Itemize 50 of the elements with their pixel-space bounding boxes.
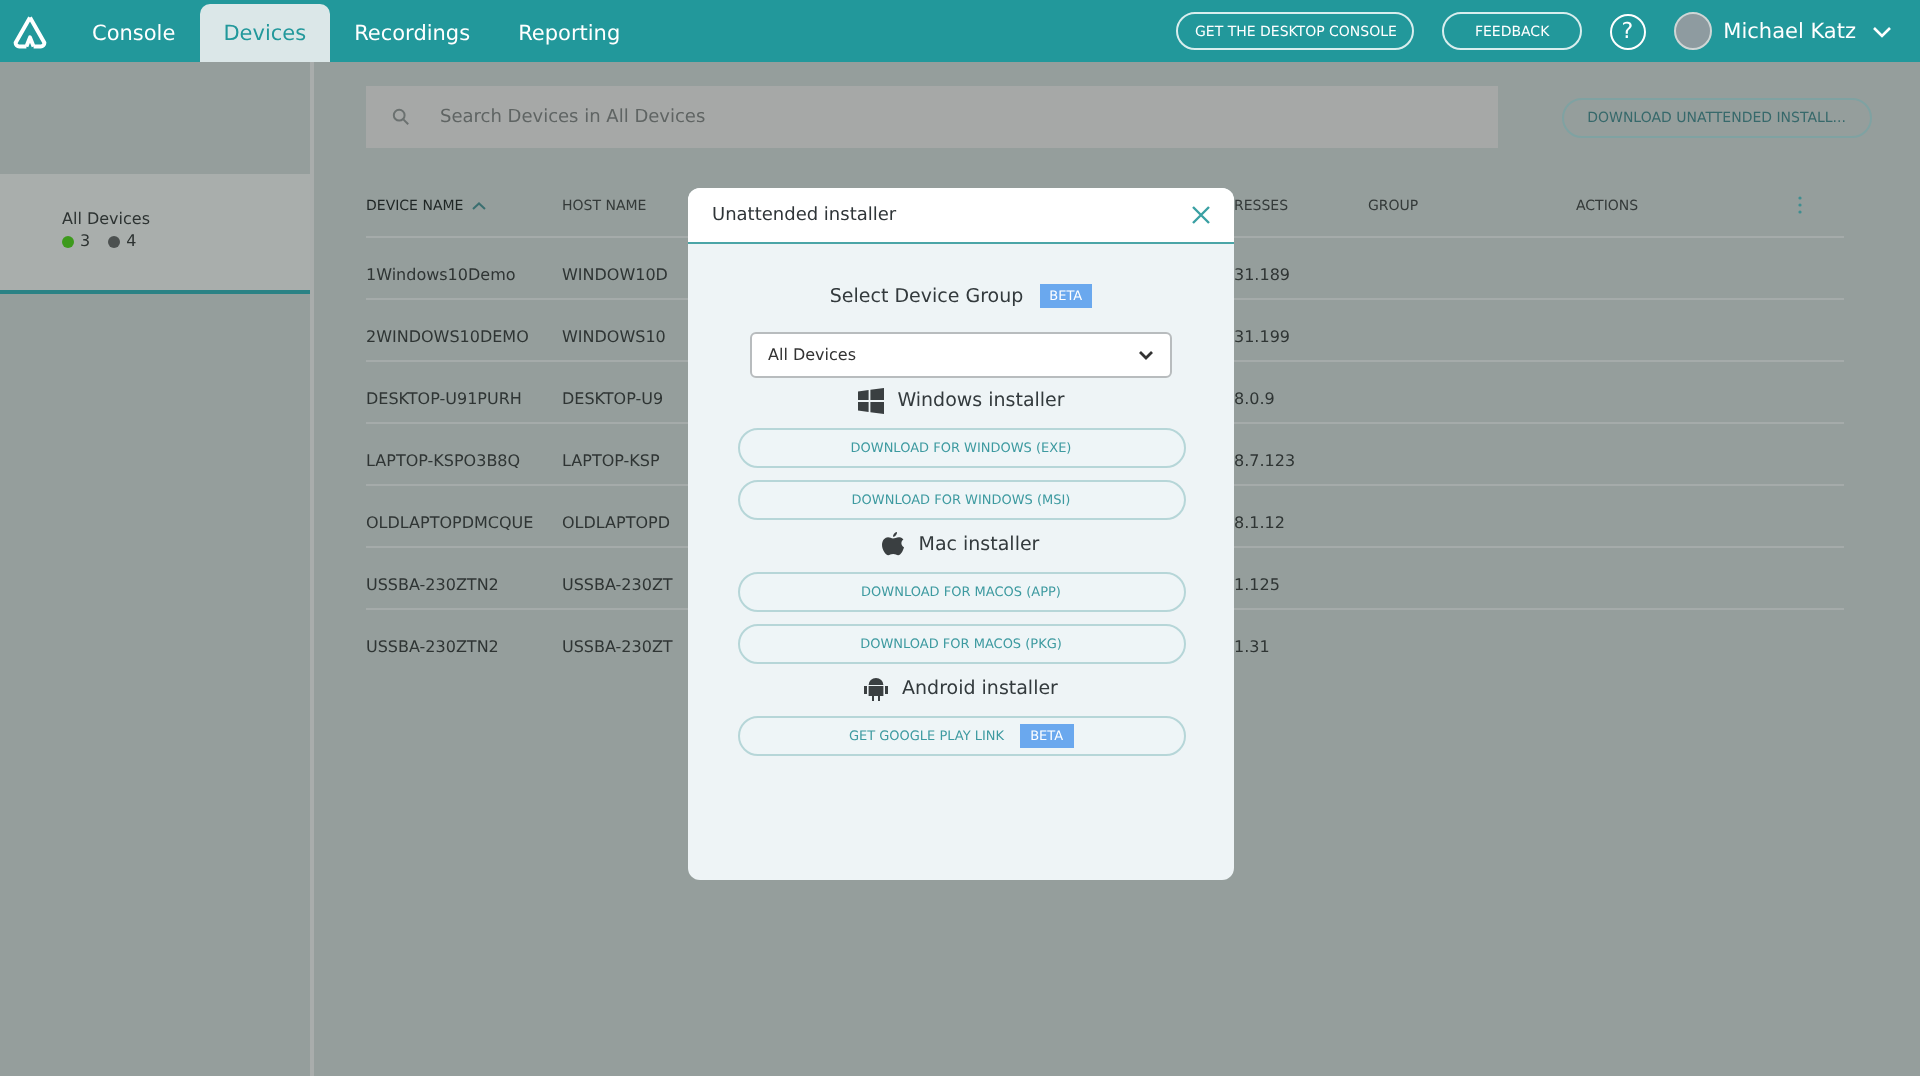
table-cell: 1.125 xyxy=(1234,575,1280,593)
device-group-select[interactable]: All Devices xyxy=(750,332,1172,378)
table-cell: DESKTOP-U91PURH xyxy=(366,389,522,407)
table-cell: 2WINDOWS10DEMO xyxy=(366,327,529,345)
online-dot-icon xyxy=(62,235,74,247)
table-cell: 8.0.9 xyxy=(1234,389,1275,407)
table-cell: WINDOWS10 xyxy=(562,327,666,345)
online-count: 3 xyxy=(80,232,91,250)
avatar-icon[interactable] xyxy=(1673,12,1712,50)
field-label: Select Device Group xyxy=(829,285,1024,307)
chevron-down-icon xyxy=(1138,350,1154,360)
table-cell: 31.189 xyxy=(1234,265,1290,283)
table-cell: WINDOW10D xyxy=(562,265,668,283)
table-cell: USSBA-230ZT xyxy=(562,575,673,593)
sort-up-icon[interactable] xyxy=(471,201,486,209)
table-cell: 8.7.123 xyxy=(1234,451,1296,469)
table-cell: 1.31 xyxy=(1234,637,1270,655)
table-cell: LAPTOP-KSP xyxy=(562,451,660,469)
table-cell: OLDLAPTOPD xyxy=(562,513,671,531)
nav-tab[interactable]: Devices xyxy=(199,4,331,62)
table-cell: 8.1.12 xyxy=(1234,513,1285,531)
table-cell: 31.199 xyxy=(1234,327,1290,345)
table-cell: USSBA-230ZT xyxy=(562,637,673,655)
windows-logo-icon xyxy=(857,388,884,414)
apple-logo-icon xyxy=(882,532,905,558)
nav-tab[interactable]: Recordings xyxy=(330,4,495,62)
search-icon xyxy=(392,108,410,126)
android-logo-icon xyxy=(864,676,889,702)
chevron-down-icon[interactable] xyxy=(1872,25,1892,37)
installer-heading: Windows installer xyxy=(897,390,1065,412)
nav-tab[interactable]: Reporting xyxy=(494,4,645,62)
close-icon[interactable] xyxy=(1192,206,1210,224)
group-name: All Devices xyxy=(62,210,152,228)
table-cell: USSBA-230ZTN2 xyxy=(366,575,499,593)
offline-count: 4 xyxy=(126,232,137,250)
table-cell: USSBA-230ZTN2 xyxy=(366,637,499,655)
logo-icon[interactable] xyxy=(12,13,48,49)
help-button[interactable]: ? xyxy=(1609,13,1646,49)
search-field[interactable]: Search Devices in All Devices xyxy=(366,86,1498,148)
table-cell: LAPTOP-KSPO3B8Q xyxy=(366,451,521,469)
user-name[interactable]: Michael Katz xyxy=(1723,19,1856,43)
dialog-title: Unattended installer xyxy=(712,205,897,225)
nav-tab[interactable]: Console xyxy=(68,4,200,62)
table-cell: DESKTOP-U9 xyxy=(562,389,664,407)
table-cell: OLDLAPTOPDMCQUE xyxy=(366,513,534,531)
offline-dot-icon xyxy=(108,235,121,247)
table-cell: 1Windows10Demo xyxy=(366,265,516,283)
sidebar-item[interactable]: All Devices 3 4 xyxy=(0,174,310,294)
installer-heading: Mac installer xyxy=(918,534,1040,556)
installer-heading: Android installer xyxy=(902,678,1058,700)
